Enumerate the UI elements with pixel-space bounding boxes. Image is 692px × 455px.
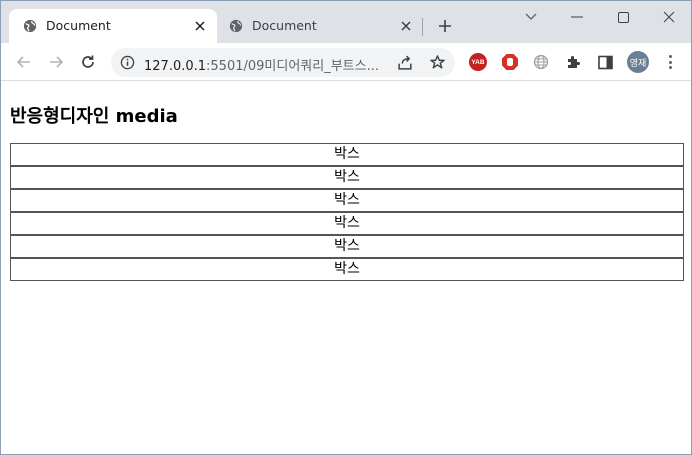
box-item: 박스	[10, 258, 684, 281]
reload-button[interactable]	[77, 51, 99, 73]
back-button[interactable]	[13, 51, 35, 73]
url-text[interactable]: 127.0.0.1:5501/09미디어쿼리_부트스...	[144, 55, 379, 74]
extension-adblock[interactable]	[501, 53, 519, 71]
box-item: 박스	[10, 235, 684, 258]
tab-title: Document	[46, 18, 111, 33]
close-icon	[195, 21, 205, 31]
browser-toolbar: 127.0.0.1:5501/09미디어쿼리_부트스... YAB 영재	[1, 43, 691, 81]
info-icon[interactable]	[120, 55, 135, 70]
globe-icon	[23, 19, 37, 33]
close-icon	[663, 11, 675, 23]
url-path: :5501/09미디어쿼리_부트스...	[206, 59, 379, 74]
minimize-button[interactable]	[563, 7, 591, 27]
chevron-down-icon	[525, 13, 537, 20]
address-bar[interactable]: 127.0.0.1:5501/09미디어쿼리_부트스...	[111, 48, 455, 77]
globe-icon	[229, 19, 243, 33]
minimize-icon	[571, 16, 583, 18]
box-item: 박스	[10, 212, 684, 235]
box-item: 박스	[10, 143, 684, 166]
page-heading: 반응형디자인 media	[10, 106, 178, 127]
tab-search-button[interactable]	[517, 7, 545, 27]
tab-close-button[interactable]	[193, 19, 207, 33]
kebab-menu-icon[interactable]	[663, 53, 677, 71]
extension-translate[interactable]	[532, 53, 550, 71]
puzzle-icon	[568, 56, 580, 68]
browser-window: Document Document 127.0.0.1:5501/09미디어쿼리…	[0, 0, 692, 455]
maximize-button[interactable]	[609, 7, 637, 27]
tab-close-button[interactable]	[399, 19, 413, 33]
arrow-right-icon	[50, 56, 64, 68]
menu-dot	[668, 55, 672, 58]
box-item: 박스	[10, 166, 684, 189]
arrow-left-icon	[16, 56, 30, 68]
tab-document-active[interactable]: Document	[9, 9, 217, 43]
close-icon	[401, 21, 411, 31]
extensions-button[interactable]	[564, 53, 582, 71]
box-item: 박스	[10, 189, 684, 212]
tab-strip: Document Document	[1, 1, 691, 43]
reload-icon	[82, 55, 94, 68]
menu-dot	[668, 66, 672, 69]
new-tab-button[interactable]	[435, 16, 455, 36]
share-icon[interactable]	[397, 54, 414, 71]
tab-document-inactive[interactable]: Document	[217, 9, 423, 43]
forward-button[interactable]	[45, 51, 67, 73]
profile-avatar[interactable]: 영재	[627, 51, 649, 73]
globe-icon	[533, 54, 549, 70]
window-close-button[interactable]	[655, 7, 683, 27]
profile-initials: 영재	[629, 58, 647, 69]
yab-icon-label: YAB	[471, 58, 485, 66]
menu-dot	[668, 60, 672, 64]
side-panel-button[interactable]	[596, 53, 614, 71]
extension-yab[interactable]: YAB	[469, 53, 487, 71]
tab-separator	[422, 18, 423, 36]
star-icon[interactable]	[429, 54, 446, 71]
maximize-icon	[617, 11, 629, 23]
page-viewport: 반응형디자인 media 박스 박스 박스 박스 박스 박스	[1, 82, 691, 454]
stop-hand-icon	[502, 54, 518, 70]
url-host: 127.0.0.1	[144, 59, 207, 74]
tab-title: Document	[252, 18, 317, 33]
side-panel-icon	[597, 55, 613, 69]
box-list: 박스 박스 박스 박스 박스 박스	[10, 143, 684, 281]
plus-icon	[439, 20, 451, 32]
